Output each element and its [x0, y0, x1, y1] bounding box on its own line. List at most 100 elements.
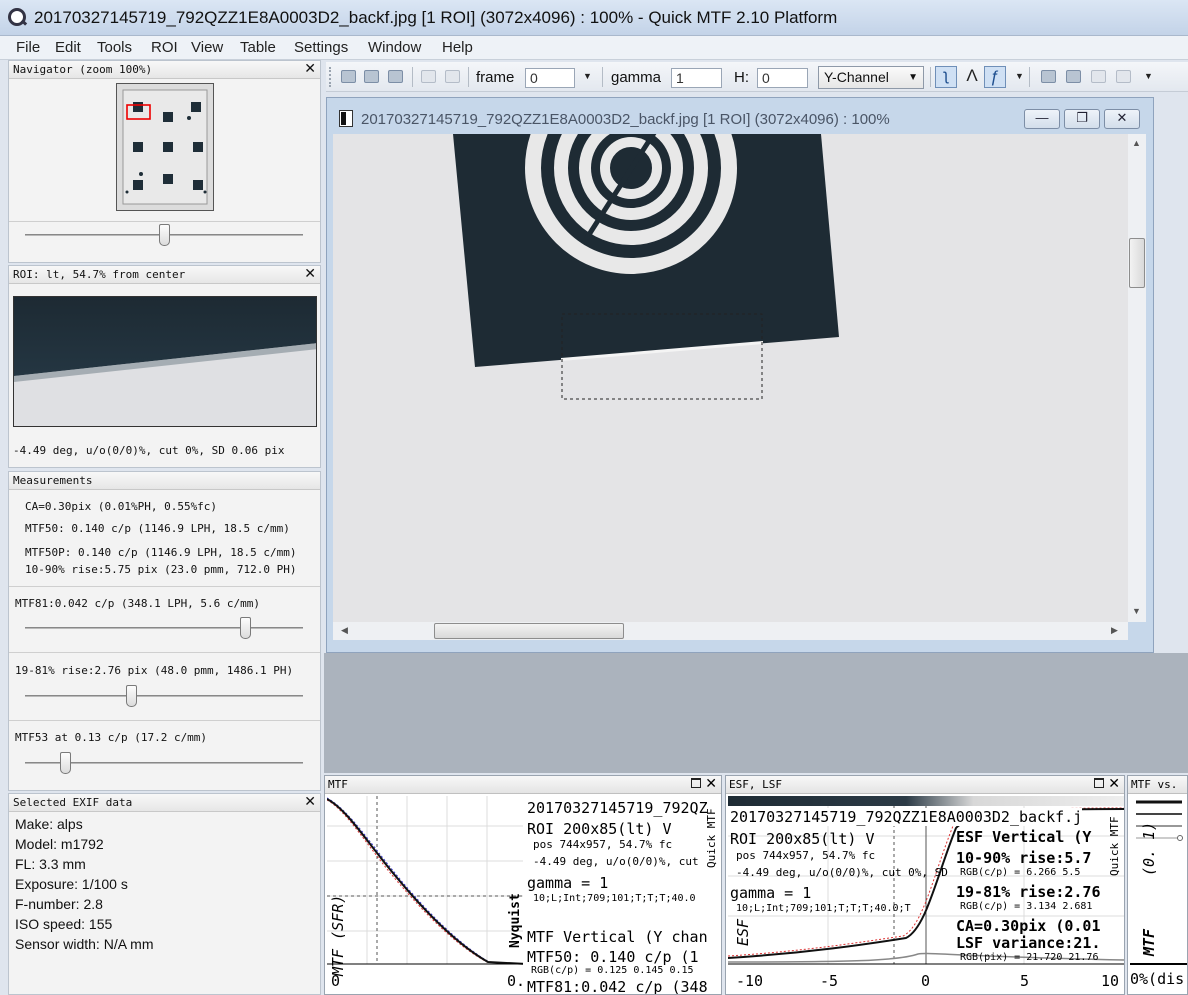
navigator-panel: Navigator (zoom 100%) ✕: [8, 60, 321, 263]
esf-angle: -4.49 deg, u/o(0/0)%, cut 0%, SD: [736, 866, 948, 879]
mtf53-slider[interactable]: [25, 752, 303, 774]
image-vertical-scrollbar[interactable]: ▲ ▼: [1128, 134, 1146, 622]
exif-close-icon[interactable]: ✕: [304, 794, 316, 810]
exif-title: Selected EXIF data: [13, 796, 133, 809]
menu-edit[interactable]: Edit: [55, 39, 81, 56]
menu-roi[interactable]: ROI: [151, 39, 178, 56]
rise1981-slider[interactable]: [25, 685, 303, 707]
roi-info: -4.49 deg, u/o(0/0)%, cut 0%, SD 0.06 pi…: [13, 444, 285, 457]
menu-tools[interactable]: Tools: [97, 39, 132, 56]
exif-header: Selected EXIF data ✕: [9, 794, 320, 812]
image-window-title: 20170327145719_792QZZ1E8A0003D2_backf.jp…: [361, 111, 890, 128]
mtf81-slider[interactable]: [25, 617, 303, 639]
horizontal-scroll-thumb[interactable]: [434, 623, 624, 639]
navigator-header: Navigator (zoom 100%) ✕: [9, 61, 320, 79]
image-horizontal-scrollbar[interactable]: ◀ ▶: [333, 622, 1128, 640]
esf-float-icon[interactable]: [1094, 778, 1104, 788]
navigator-zoom-slider[interactable]: [25, 224, 303, 246]
scroll-left-icon[interactable]: ◀: [341, 625, 348, 636]
navigator-thumbnail-image: [122, 89, 208, 205]
mtf81-value: MTF81:0.042 c/p (348.1 LPH, 5.6 c/mm): [15, 597, 261, 610]
navigator-zoom-thumb[interactable]: [159, 224, 170, 246]
scroll-down-icon[interactable]: ▼: [1132, 606, 1141, 616]
esf-panel-header: ESF, LSF ✕: [726, 776, 1124, 794]
esf-rise1090: 10-90% rise:5.7: [956, 849, 1092, 867]
scroll-right-icon[interactable]: ▶: [1111, 625, 1118, 636]
frame-dropdown-icon[interactable]: ▼: [583, 71, 592, 81]
roi-tool-icon[interactable]: [1091, 70, 1106, 83]
open-multiple-icon[interactable]: [364, 70, 379, 83]
mtf-close-icon[interactable]: ✕: [705, 776, 717, 792]
lsf-mode-icon[interactable]: Λ: [961, 66, 983, 88]
mtf81-slider-thumb[interactable]: [240, 617, 251, 639]
mtf-vs-title: MTF vs.: [1131, 778, 1178, 791]
menu-window[interactable]: Window: [368, 39, 421, 56]
mtf-mtf81: MTF81:0.042 c/p (348: [527, 978, 708, 995]
redo-icon[interactable]: [445, 70, 460, 83]
save-icon[interactable]: [388, 70, 403, 83]
channel-select[interactable]: Y-Channel ▼: [818, 66, 924, 89]
roi-title: ROI: lt, 54.7% from center: [13, 268, 186, 281]
mtf-curve-mode-icon[interactable]: ʅ: [935, 66, 957, 88]
esf-file: 20170327145719_792QZZ1E8A0003D2_backf.j: [730, 808, 1083, 826]
h-input[interactable]: 0: [757, 68, 808, 88]
document-icon: [339, 110, 353, 127]
menu-table[interactable]: Table: [240, 39, 276, 56]
menu-view[interactable]: View: [191, 39, 223, 56]
restore-button[interactable]: ❐: [1064, 109, 1100, 129]
navigator-title: Navigator (zoom 100%): [13, 63, 153, 76]
mtf-vs-header: MTF vs.: [1128, 776, 1187, 794]
frame-input[interactable]: 0: [525, 68, 575, 88]
mode-dropdown-icon[interactable]: ▼: [1015, 71, 1024, 81]
close-button[interactable]: ✕: [1104, 109, 1140, 129]
roi-remove-icon[interactable]: [1116, 70, 1131, 83]
mtf-y-label: MTF (SFR): [329, 894, 347, 976]
esf-panel: ESF, LSF ✕ -10 -5 0 5 10 ESF 20170327145…: [725, 775, 1125, 995]
navigator-thumbnail[interactable]: [116, 83, 214, 211]
roi-dropdown-icon[interactable]: ▼: [1144, 71, 1153, 81]
esf-y-label: ESF: [734, 918, 752, 946]
image-canvas[interactable]: [333, 134, 1128, 622]
esf-info-box: ESF Vertical (Y 10-90% rise:5.7 RGB(c/p)…: [954, 828, 1124, 968]
measurements-title: Measurements: [13, 474, 93, 487]
mtf-roi: ROI 200x85(lt) V: [527, 820, 672, 838]
mtf-float-icon[interactable]: [691, 778, 701, 788]
mtf53-slider-thumb[interactable]: [60, 752, 71, 774]
esf-rise1981: 19-81% rise:2.76: [956, 883, 1101, 901]
roi-close-icon[interactable]: ✕: [304, 266, 316, 282]
mtf50-value: MTF50: 0.140 c/p (1146.9 LPH, 18.5 c/mm): [25, 522, 290, 535]
gamma-label: gamma: [611, 69, 662, 86]
open-folder-icon[interactable]: [341, 70, 356, 83]
esf-x-tick-2: -5: [820, 972, 839, 990]
vertical-scroll-thumb[interactable]: [1129, 238, 1145, 288]
copy-roi-icon[interactable]: [1041, 70, 1056, 83]
minimize-button[interactable]: —: [1024, 109, 1060, 129]
mtf-panel: MTF ✕ 0 0. MTF (SFR) Nyquist 20170327145…: [324, 775, 722, 995]
mtf-vs-y-label: (0. 1): [1140, 821, 1158, 876]
esf-close-icon[interactable]: ✕: [1108, 776, 1120, 792]
mtf-params: 10;L;Int;709;101;T;T;T;40.0: [533, 893, 696, 904]
menu-help[interactable]: Help: [442, 39, 473, 56]
mtf-info-box: 20170327145719_792QZ ROI 200x85(lt) V po…: [523, 796, 721, 995]
main-toolbar: frame 0 ▼ gamma 1 H: 0 Y-Channel ▼ ʅ Λ ƒ…: [326, 62, 1188, 92]
esf-mode-icon[interactable]: ƒ: [984, 66, 1006, 88]
esf-rgb2: RGB(c/p) = 3.134 2.681: [960, 901, 1093, 912]
esf-x-tick-5: 10: [1101, 972, 1120, 990]
scroll-up-icon[interactable]: ▲: [1132, 138, 1141, 148]
exif-fl: FL: 3.3 mm: [15, 856, 86, 872]
undo-icon[interactable]: [421, 70, 436, 83]
menu-settings[interactable]: Settings: [294, 39, 348, 56]
esf-gamma: gamma = 1: [730, 884, 812, 902]
nyquist-label: Nyquist: [508, 893, 523, 948]
navigator-close-icon[interactable]: ✕: [304, 61, 316, 77]
title-bar: 20170327145719_792QZZ1E8A0003D2_backf.jp…: [0, 0, 1188, 36]
channel-dropdown-icon: ▼: [908, 72, 918, 83]
paste-roi-icon[interactable]: [1066, 70, 1081, 83]
exif-exposure: Exposure: 1/100 s: [15, 876, 128, 892]
rise1981-slider-thumb[interactable]: [126, 685, 137, 707]
app-magnifier-icon: [8, 8, 26, 26]
h-label: H:: [734, 69, 749, 86]
gamma-input[interactable]: 1: [671, 68, 722, 88]
mtf-vertical: MTF Vertical (Y chan: [527, 928, 708, 946]
menu-file[interactable]: File: [16, 39, 40, 56]
